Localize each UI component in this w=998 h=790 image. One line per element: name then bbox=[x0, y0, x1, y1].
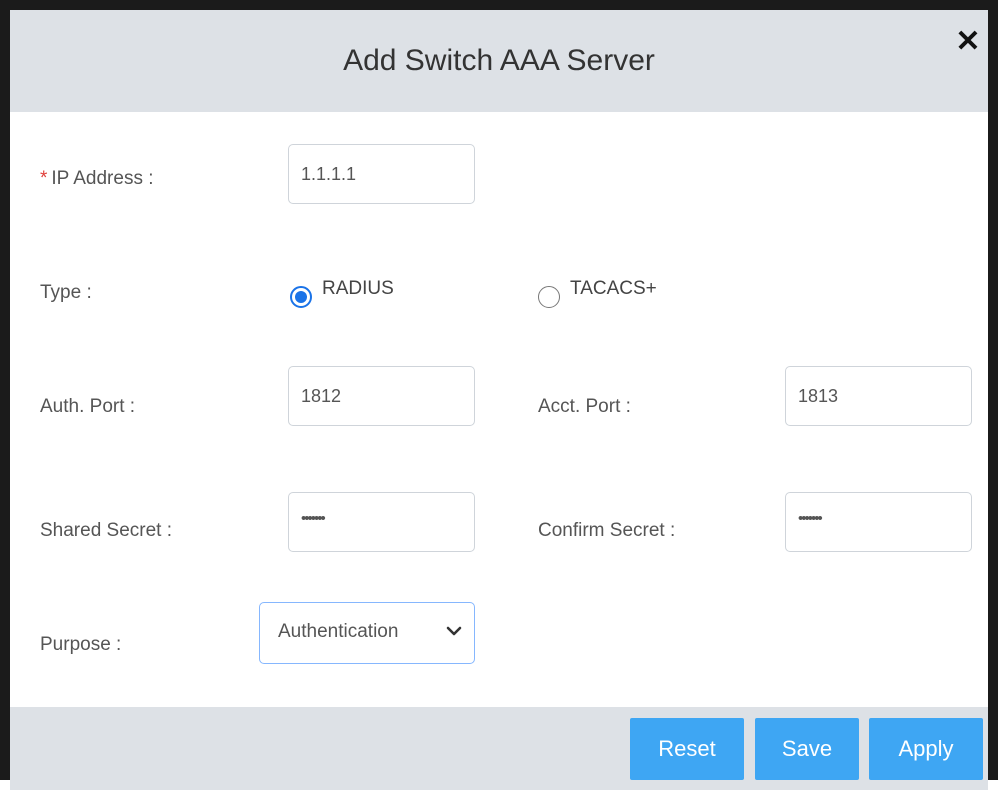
apply-button[interactable]: Apply bbox=[869, 718, 983, 780]
purpose-selected-value: Authentication bbox=[278, 621, 399, 642]
acct-port-value: 1813 bbox=[798, 386, 839, 406]
ip-address-label-text: IP Address : bbox=[51, 168, 154, 189]
acct-port-label: Acct. Port : bbox=[538, 396, 631, 417]
auth-port-label: Auth. Port : bbox=[40, 396, 136, 417]
add-aaa-server-dialog: Add Switch AAA Server ✕ * IP Address : 1.… bbox=[0, 0, 998, 790]
shared-secret-value: ••••••• bbox=[301, 510, 326, 527]
type-label: Type : bbox=[40, 282, 92, 303]
ip-address-value: 1.1.1.1 bbox=[301, 164, 357, 184]
chevron-down-icon bbox=[446, 626, 462, 636]
shared-secret-label: Shared Secret : bbox=[40, 520, 173, 541]
radio-tacacs[interactable] bbox=[538, 286, 560, 308]
dialog-header: Add Switch AAA Server ✕ bbox=[10, 10, 988, 112]
reset-button[interactable]: Reset bbox=[630, 718, 744, 780]
acct-port-input[interactable]: 1813 bbox=[785, 366, 972, 426]
required-mark: * bbox=[40, 168, 48, 189]
radio-radius-label[interactable]: RADIUS bbox=[322, 278, 394, 300]
ip-address-input[interactable]: 1.1.1.1 bbox=[288, 144, 475, 204]
dialog-footer: Reset Save Apply bbox=[10, 707, 988, 790]
ip-address-label: * IP Address : bbox=[40, 168, 154, 190]
radio-radius[interactable] bbox=[290, 286, 312, 308]
radio-tacacs-label[interactable]: TACACS+ bbox=[570, 278, 657, 300]
auth-port-input[interactable]: 1812 bbox=[288, 366, 475, 426]
dialog-title: Add Switch AAA Server bbox=[343, 44, 655, 77]
auth-port-value: 1812 bbox=[301, 386, 342, 406]
shared-secret-input[interactable]: ••••••• bbox=[288, 492, 475, 552]
save-button[interactable]: Save bbox=[755, 718, 859, 780]
purpose-label: Purpose : bbox=[40, 634, 122, 655]
confirm-secret-input[interactable]: ••••••• bbox=[785, 492, 972, 552]
purpose-select[interactable]: Authentication bbox=[259, 602, 475, 664]
confirm-secret-value: ••••••• bbox=[798, 510, 823, 527]
confirm-secret-label: Confirm Secret : bbox=[538, 520, 676, 541]
close-icon[interactable]: ✕ bbox=[954, 27, 982, 57]
